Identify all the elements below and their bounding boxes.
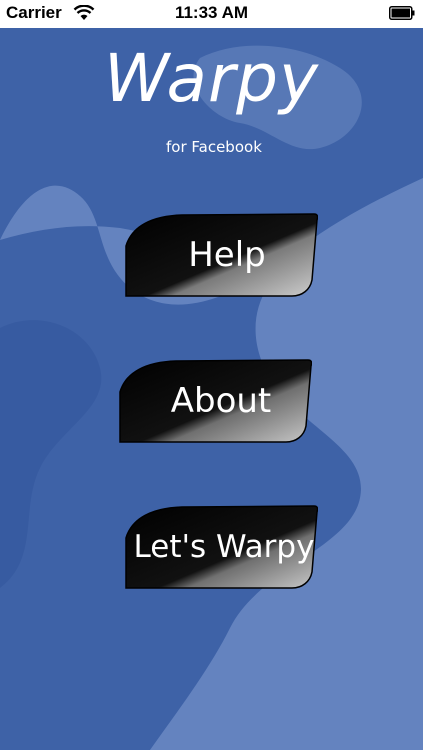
- app-subtitle: for Facebook: [166, 138, 262, 156]
- lets-warpy-button-label: Let's Warpy: [133, 529, 315, 565]
- help-button-label: Help: [188, 235, 266, 275]
- lets-warpy-button[interactable]: Let's Warpy: [122, 504, 318, 590]
- battery-icon: [389, 6, 415, 20]
- about-button-label: About: [170, 381, 272, 421]
- app-screen: Carrier 11:33 AM Warpy for Facebook Help…: [0, 0, 423, 750]
- status-bar: Carrier 11:33 AM: [0, 0, 423, 28]
- about-button[interactable]: About: [116, 358, 312, 444]
- status-time: 11:33 AM: [174, 3, 249, 22]
- help-button[interactable]: Help: [122, 212, 318, 298]
- app-title: Warpy: [103, 40, 320, 117]
